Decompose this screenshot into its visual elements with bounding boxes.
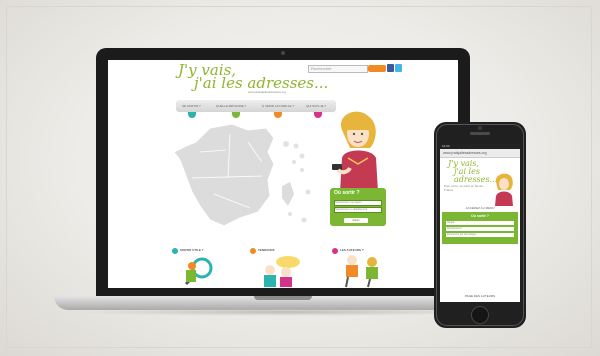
france-mainland[interactable] <box>173 123 275 227</box>
region-select[interactable]: Sélectionner une région <box>334 200 382 206</box>
block-3-icon <box>332 248 338 254</box>
validate-button[interactable]: Valider <box>344 218 368 223</box>
smartphone: 12:34 www.jvaisjailesadresses.org J'y va… <box>434 122 526 328</box>
nav-item-se-sortir[interactable]: SE SORTIR ? <box>182 104 201 108</box>
phone-menu-button[interactable]: ACCÉDEZ AU MENU <box>440 206 520 210</box>
nav-item-famille[interactable]: À VENIR LA FAMILLE ? <box>262 104 294 108</box>
dom-island-5[interactable] <box>300 168 304 172</box>
mascot-illustration <box>332 111 378 192</box>
france-map[interactable] <box>170 122 320 234</box>
twitter-icon[interactable] <box>395 64 402 72</box>
site-tagline: www.jlvaisjailesadresses.org <box>248 90 287 94</box>
phone-theme-select[interactable]: Recherche par thématique <box>446 233 514 237</box>
laptop-camera <box>281 51 285 55</box>
dom-island-6[interactable] <box>305 189 311 195</box>
dom-island-4[interactable] <box>292 160 296 164</box>
main-nav: SE SORTIR ? QUELLE MÉTHODE ? À VENIR LA … <box>176 100 336 118</box>
dom-island-1[interactable] <box>283 141 289 147</box>
dom-island-8[interactable] <box>301 217 307 223</box>
corsica[interactable] <box>282 182 294 206</box>
authors-illustration <box>345 255 378 288</box>
nav-item-methode[interactable]: QUELLE MÉTHODE ? <box>216 104 246 108</box>
phone-url-text: www.jvaisjailesadresses.org <box>443 151 487 155</box>
home-button[interactable] <box>471 306 489 324</box>
phone-camera <box>478 126 482 130</box>
department-select[interactable]: Sélectionner un département <box>334 207 382 213</box>
block-1-icon <box>172 248 178 254</box>
phone-form-title: Où sortir ? <box>471 214 489 218</box>
laptop-lid: J'y vais, j'ai les adresses... www.jlvai… <box>96 48 470 296</box>
phone-speaker <box>470 132 490 135</box>
people-illustration <box>264 256 300 287</box>
nav-marker-teal <box>188 112 196 118</box>
block-2-icon <box>250 248 256 254</box>
nav-marker-pink <box>314 112 322 118</box>
content-block-2[interactable]: TENDANCE <box>250 248 302 288</box>
phone-url-bar[interactable]: www.jvaisjailesadresses.org <box>440 149 520 158</box>
laptop-notch <box>254 296 312 300</box>
content-block-3[interactable]: LES AUTEURS ? <box>332 248 384 288</box>
site-logo[interactable]: J'y vais, j'ai les adresses... <box>178 63 329 92</box>
laptop-screen: J'y vais, j'ai les adresses... www.jlvai… <box>108 60 458 288</box>
phone-department-select[interactable]: Département <box>446 227 514 231</box>
nav-item-qui[interactable]: QUI SUIS-JE ? <box>306 104 326 108</box>
dom-island-7[interactable] <box>288 212 292 216</box>
phone-screen: 12:34 www.jvaisjailesadresses.org J'y va… <box>440 144 520 302</box>
phone-mascot <box>495 173 513 206</box>
logo-line-2: j'ai les adresses... <box>194 74 329 92</box>
content-block-1[interactable]: SORTIR UTILE ? <box>172 248 220 288</box>
magnifier-illustration <box>184 257 213 286</box>
login-panel: Où sortir ? Sélectionner une région Séle… <box>330 188 386 226</box>
phone-search-form: Où sortir ? Région Département Recherche… <box>442 212 518 244</box>
nav-marker-orange <box>274 112 282 118</box>
phone-footer-link[interactable]: PAGE DES AUTEURS <box>440 294 520 298</box>
search-input[interactable]: Rechercher <box>308 65 368 73</box>
dom-island-3[interactable] <box>299 153 305 159</box>
dom-island-2[interactable] <box>293 143 299 149</box>
search-button[interactable] <box>368 65 386 72</box>
nav-marker-green <box>232 112 240 118</box>
login-title: Où sortir ? <box>334 190 360 196</box>
phone-tagline: Pour sortir, se sortir en Île-de-France <box>444 184 484 192</box>
facebook-icon[interactable] <box>387 64 394 72</box>
phone-region-select[interactable]: Région <box>446 221 514 225</box>
